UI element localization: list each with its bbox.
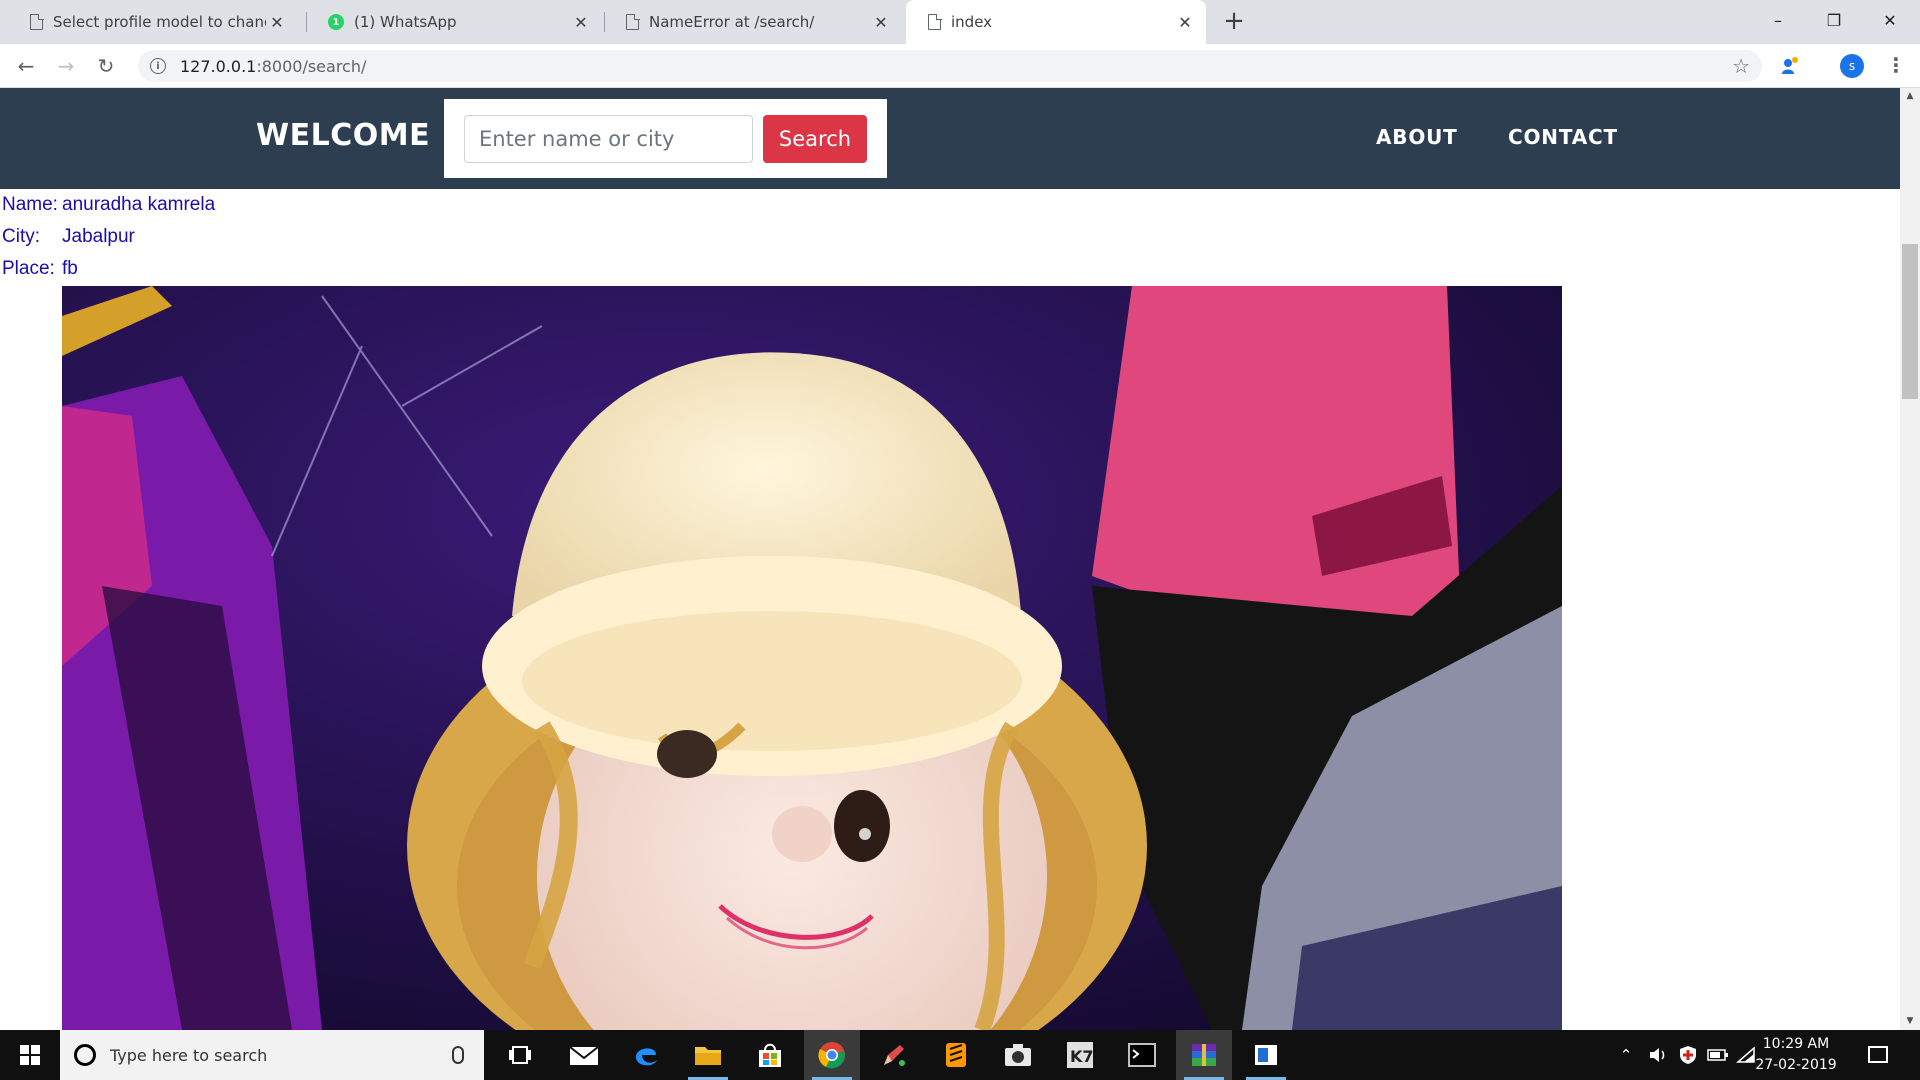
extension-icon[interactable]: [1780, 56, 1800, 76]
cortana-icon: [74, 1044, 96, 1066]
tab-title: (1) WhatsApp: [354, 13, 457, 31]
close-tab-icon[interactable]: ✕: [870, 11, 892, 33]
taskbar-search[interactable]: Type here to search: [60, 1030, 484, 1080]
search-form: Search: [444, 99, 887, 178]
nav-contact-link[interactable]: CONTACT: [1508, 125, 1618, 149]
document-icon: [626, 13, 640, 30]
notepad-icon[interactable]: [1238, 1030, 1294, 1080]
search-button[interactable]: Search: [763, 115, 867, 163]
url-host: 127.0.0.1: [180, 56, 257, 76]
close-tab-icon[interactable]: ✕: [266, 11, 288, 33]
pencil-app-icon[interactable]: [866, 1030, 922, 1080]
page-viewport: WELCOME Search ABOUT CONTACT Name: anura…: [0, 88, 1920, 1030]
battery-icon[interactable]: [1704, 1030, 1732, 1080]
tab-nameerror[interactable]: NameError at /search/ ✕: [604, 0, 902, 44]
clock-time: 10:29 AM: [1762, 1036, 1830, 1052]
profile-photo: [62, 286, 1562, 1030]
whatsapp-icon: 1: [328, 14, 344, 30]
site-brand[interactable]: WELCOME: [256, 118, 430, 153]
file-explorer-icon[interactable]: [680, 1030, 736, 1080]
close-window-button[interactable]: ✕: [1862, 0, 1918, 40]
restore-button[interactable]: ❐: [1806, 0, 1862, 40]
winrar-icon[interactable]: [1176, 1030, 1232, 1080]
volume-icon[interactable]: [1644, 1030, 1672, 1080]
nav-about-link[interactable]: ABOUT: [1376, 125, 1458, 149]
scroll-up-arrow-icon[interactable]: ▲: [1900, 88, 1920, 105]
document-icon: [928, 13, 942, 30]
chrome-menu-icon[interactable]: ⋮: [1886, 54, 1906, 78]
address-bar[interactable]: i 127.0.0.1:8000/search/ ☆: [138, 50, 1762, 82]
forward-button[interactable]: →: [50, 50, 82, 82]
document-icon: [30, 13, 44, 30]
terminal-icon[interactable]: [1114, 1030, 1170, 1080]
windows-taskbar: Type here to search K7 ⌃ 10:29 AM 27-02-…: [0, 1030, 1920, 1080]
store-icon[interactable]: [742, 1030, 798, 1080]
page-scrollbar[interactable]: ▲ ▼: [1900, 88, 1920, 1030]
doll-photo-illustration: [62, 286, 1562, 1030]
tab-strip: Select profile model to change | D ✕ 1 (…: [0, 0, 1920, 44]
name-value: anuradha kamrela: [62, 194, 216, 215]
place-value: fb: [62, 258, 78, 279]
edge-icon[interactable]: [618, 1030, 674, 1080]
name-label: Name:: [2, 194, 58, 215]
camera-app-icon[interactable]: [990, 1030, 1046, 1080]
reload-button[interactable]: ↻: [90, 50, 122, 82]
tab-title: index: [951, 13, 993, 31]
new-tab-button[interactable]: +: [1220, 8, 1248, 36]
city-label: City:: [2, 226, 40, 247]
profile-avatar[interactable]: s: [1840, 54, 1864, 78]
clock-date: 27-02-2019: [1755, 1057, 1837, 1073]
back-button[interactable]: ←: [10, 50, 42, 82]
chrome-icon[interactable]: [804, 1030, 860, 1080]
k7-icon[interactable]: K7: [1052, 1030, 1108, 1080]
search-input[interactable]: [464, 115, 753, 163]
system-clock[interactable]: 10:29 AM 27-02-2019: [1754, 1034, 1838, 1076]
notification-center-icon[interactable]: [1868, 1046, 1888, 1063]
name-row: Name: anuradha kamrela: [2, 194, 215, 216]
taskbar-search-placeholder: Type here to search: [110, 1045, 268, 1065]
bookmark-star-icon[interactable]: ☆: [1732, 54, 1750, 78]
start-button[interactable]: [0, 1030, 60, 1080]
svg-text:K7: K7: [1070, 1047, 1094, 1066]
browser-toolbar: ← → ↻ i 127.0.0.1:8000/search/ ☆ s ⋮: [0, 44, 1920, 88]
info-icon[interactable]: i: [150, 58, 166, 74]
tab-title: NameError at /search/: [649, 13, 815, 31]
security-shield-icon[interactable]: [1674, 1030, 1702, 1080]
tray-chevron-up-icon[interactable]: ⌃: [1614, 1030, 1638, 1080]
tab-title: Select profile model to change | D: [53, 13, 266, 31]
task-view-icon[interactable]: [492, 1030, 548, 1080]
windows-logo-icon: [20, 1045, 40, 1065]
place-label: Place:: [2, 258, 55, 279]
city-value: Jabalpur: [62, 226, 135, 247]
city-row: City: Jabalpur: [2, 226, 135, 248]
tab-whatsapp[interactable]: 1 (1) WhatsApp ✕: [306, 0, 602, 44]
tab-profile-admin[interactable]: Select profile model to change | D ✕: [8, 0, 298, 44]
place-row: Place: fb: [2, 258, 78, 280]
microphone-icon[interactable]: [452, 1046, 464, 1064]
sublime-icon[interactable]: [928, 1030, 984, 1080]
scroll-thumb[interactable]: [1902, 244, 1918, 399]
tab-index[interactable]: index ✕: [906, 0, 1206, 44]
url-path: :8000/search/: [256, 56, 367, 76]
scroll-down-arrow-icon[interactable]: ▼: [1900, 1013, 1920, 1030]
close-tab-icon[interactable]: ✕: [1174, 11, 1196, 33]
close-tab-icon[interactable]: ✕: [570, 11, 592, 33]
mail-icon[interactable]: [556, 1030, 612, 1080]
site-navbar: WELCOME Search ABOUT CONTACT: [0, 88, 1900, 189]
minimize-button[interactable]: –: [1750, 0, 1806, 40]
